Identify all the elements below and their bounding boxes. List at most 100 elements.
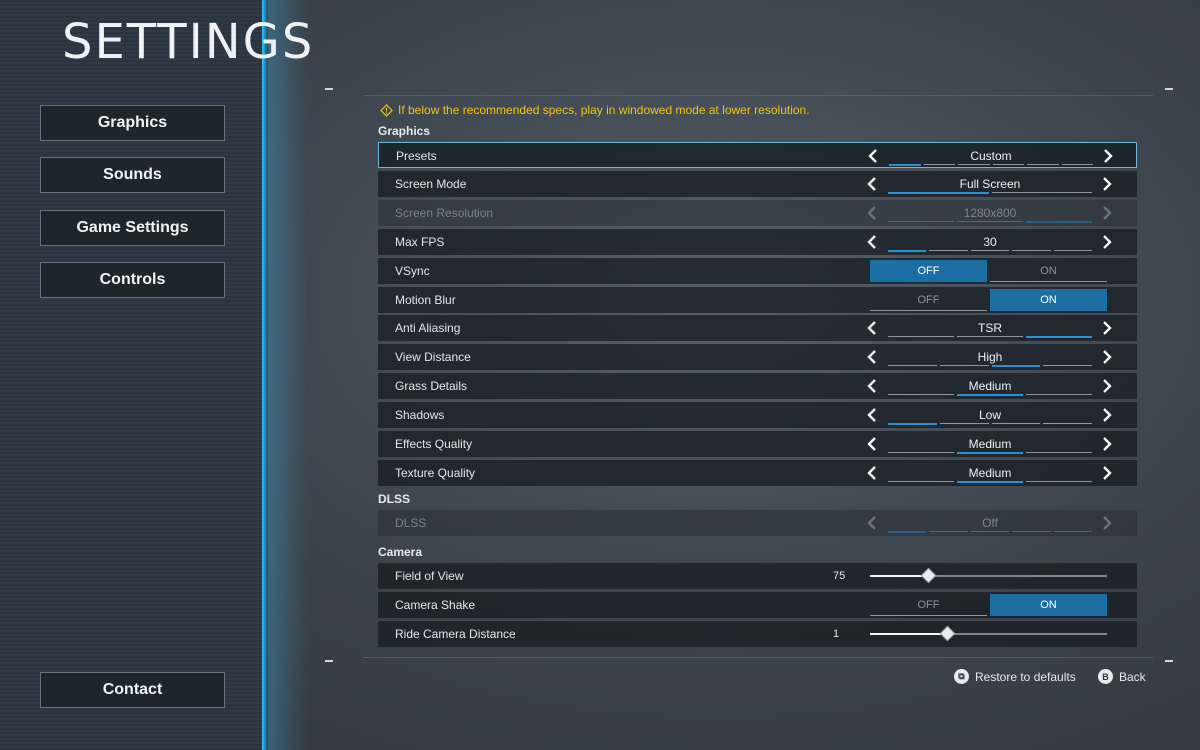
ride-camera-distance-slider-knob[interactable] bbox=[939, 625, 956, 642]
presets-next-arrow[interactable] bbox=[1101, 147, 1115, 165]
view-distance-next-arrow[interactable] bbox=[1100, 348, 1114, 366]
vsync-off-toggle[interactable]: OFF bbox=[870, 260, 987, 282]
chevron-right-icon bbox=[1103, 350, 1112, 364]
texture-quality-prev-arrow[interactable] bbox=[865, 464, 879, 482]
ride-camera-distance-label: Ride Camera Distance bbox=[395, 627, 516, 641]
nav-sounds-button[interactable]: Sounds bbox=[40, 157, 225, 193]
grass-details-next-arrow[interactable] bbox=[1100, 377, 1114, 395]
screen-resolution-next-arrow bbox=[1100, 204, 1114, 222]
anti-aliasing-next-arrow[interactable] bbox=[1100, 319, 1114, 337]
field-of-view-value: 75 bbox=[833, 570, 846, 582]
camera-shake-label: Camera Shake bbox=[395, 598, 476, 612]
motion-blur-off-toggle[interactable]: OFF bbox=[870, 289, 987, 311]
view-distance-indicator bbox=[888, 365, 1092, 367]
effects-quality-row[interactable]: Effects Quality Medium bbox=[378, 431, 1137, 457]
chevron-left-icon bbox=[867, 408, 876, 422]
panel-corner-bottom-right bbox=[1165, 660, 1173, 662]
chevron-left-icon bbox=[867, 235, 876, 249]
chevron-left-icon bbox=[867, 379, 876, 393]
max-fps-next-arrow[interactable] bbox=[1100, 233, 1114, 251]
view-distance-value: High bbox=[977, 350, 1003, 364]
screen-mode-next-arrow[interactable] bbox=[1100, 175, 1114, 193]
section-dlss-label: DLSS bbox=[378, 492, 411, 506]
screen-resolution-row: Screen Resolution 1280x800 bbox=[378, 200, 1137, 226]
anti-aliasing-prev-arrow[interactable] bbox=[865, 319, 879, 337]
screen-resolution-indicator bbox=[888, 221, 1092, 223]
chevron-left-icon bbox=[867, 437, 876, 451]
chevron-left-icon bbox=[867, 516, 876, 530]
chevron-right-icon bbox=[1103, 235, 1112, 249]
screen-resolution-value: 1280x800 bbox=[963, 206, 1017, 220]
nav-controls-button[interactable]: Controls bbox=[40, 262, 225, 298]
motion-blur-on-toggle[interactable]: ON bbox=[990, 289, 1107, 311]
panel-corner-top-left bbox=[325, 88, 333, 90]
dlss-prev-arrow bbox=[865, 514, 879, 532]
view-distance-row[interactable]: View Distance High bbox=[378, 344, 1137, 370]
view-distance-label: View Distance bbox=[395, 350, 471, 364]
contact-button[interactable]: Contact bbox=[40, 672, 225, 708]
nav-graphics-button[interactable]: Graphics bbox=[40, 105, 225, 141]
back-label: Back bbox=[1119, 669, 1146, 684]
field-of-view-slider-knob[interactable] bbox=[920, 567, 937, 584]
chevron-right-icon bbox=[1103, 408, 1112, 422]
camera-shake-row: Camera Shake OFF ON bbox=[378, 592, 1137, 618]
chevron-right-icon bbox=[1103, 466, 1112, 480]
screen-mode-row[interactable]: Screen Mode Full Screen bbox=[378, 171, 1137, 197]
view-button-icon: ⧉ bbox=[954, 669, 969, 684]
screen-mode-prev-arrow[interactable] bbox=[865, 175, 879, 193]
panel-frame-bottom bbox=[363, 657, 1153, 658]
shadows-row[interactable]: Shadows Low bbox=[378, 402, 1137, 428]
texture-quality-label: Texture Quality bbox=[395, 466, 476, 480]
grass-details-value: Medium bbox=[968, 379, 1012, 393]
effects-quality-label: Effects Quality bbox=[395, 437, 473, 451]
page-title: SETTINGS bbox=[62, 14, 315, 70]
vsync-on-toggle[interactable]: ON bbox=[990, 260, 1107, 282]
screen-mode-label: Screen Mode bbox=[395, 177, 467, 191]
section-camera-label: Camera bbox=[378, 545, 423, 559]
chevron-right-icon bbox=[1103, 516, 1112, 530]
screen-resolution-prev-arrow bbox=[865, 204, 879, 222]
panel-frame-top bbox=[363, 95, 1153, 96]
presets-prev-arrow[interactable] bbox=[866, 147, 880, 165]
presets-label: Presets bbox=[396, 149, 437, 163]
ride-camera-distance-value: 1 bbox=[833, 628, 840, 640]
field-of-view-label: Field of View bbox=[395, 569, 464, 583]
effects-quality-indicator bbox=[888, 452, 1092, 454]
effects-quality-prev-arrow[interactable] bbox=[865, 435, 879, 453]
max-fps-prev-arrow[interactable] bbox=[865, 233, 879, 251]
chevron-left-icon bbox=[868, 149, 877, 163]
texture-quality-row[interactable]: Texture Quality Medium bbox=[378, 460, 1137, 486]
restore-defaults-button[interactable]: ⧉ Restore to defaults bbox=[954, 669, 1076, 684]
presets-row[interactable]: Presets Custom bbox=[378, 142, 1137, 168]
grass-details-label: Grass Details bbox=[395, 379, 468, 393]
effects-quality-next-arrow[interactable] bbox=[1100, 435, 1114, 453]
warning-text: If below the recommended specs, play in … bbox=[398, 103, 810, 117]
b-button-icon: B bbox=[1098, 669, 1113, 684]
max-fps-row[interactable]: Max FPS 30 bbox=[378, 229, 1137, 255]
restore-defaults-label: Restore to defaults bbox=[975, 669, 1076, 684]
anti-aliasing-value: TSR bbox=[978, 321, 1002, 335]
dlss-value: Off bbox=[982, 516, 998, 530]
nav-game-settings-button[interactable]: Game Settings bbox=[40, 210, 225, 246]
view-distance-prev-arrow[interactable] bbox=[865, 348, 879, 366]
presets-value: Custom bbox=[970, 149, 1012, 163]
back-button[interactable]: B Back bbox=[1098, 669, 1146, 684]
anti-aliasing-row[interactable]: Anti Aliasing TSR bbox=[378, 315, 1137, 341]
camera-shake-off-toggle[interactable]: OFF bbox=[870, 594, 987, 616]
shadows-next-arrow[interactable] bbox=[1100, 406, 1114, 424]
chevron-right-icon bbox=[1103, 437, 1112, 451]
grass-details-row[interactable]: Grass Details Medium bbox=[378, 373, 1137, 399]
shadows-indicator bbox=[888, 423, 1092, 425]
chevron-left-icon bbox=[867, 350, 876, 364]
grass-details-prev-arrow[interactable] bbox=[865, 377, 879, 395]
dlss-next-arrow bbox=[1100, 514, 1114, 532]
dlss-row: DLSS Off bbox=[378, 510, 1137, 536]
chevron-left-icon bbox=[867, 206, 876, 220]
panel-corner-bottom-left bbox=[325, 660, 333, 662]
motion-blur-label: Motion Blur bbox=[395, 293, 456, 307]
warning-icon bbox=[380, 103, 393, 117]
texture-quality-next-arrow[interactable] bbox=[1100, 464, 1114, 482]
camera-shake-on-toggle[interactable]: ON bbox=[990, 594, 1107, 616]
shadows-prev-arrow[interactable] bbox=[865, 406, 879, 424]
chevron-right-icon bbox=[1104, 149, 1113, 163]
